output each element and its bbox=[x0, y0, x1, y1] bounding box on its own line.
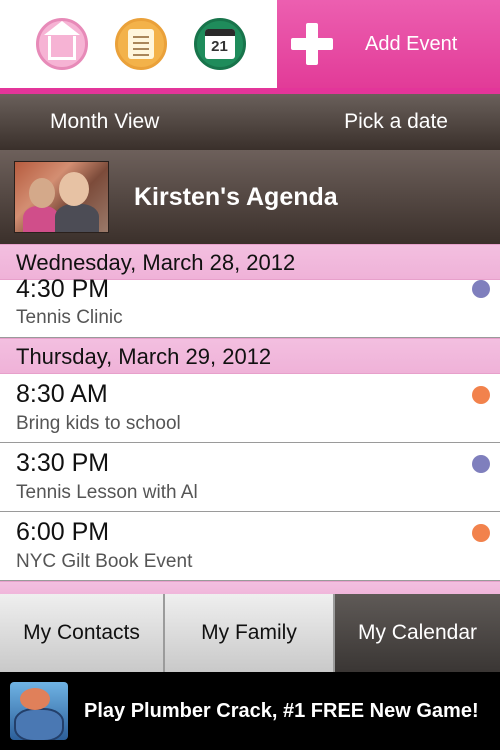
avatar[interactable] bbox=[14, 161, 109, 233]
event-time: 6:00 PM bbox=[16, 518, 110, 546]
list-item[interactable]: 6:00 PM NYC Gilt Book Event bbox=[0, 512, 500, 581]
day-header: Thursday, March 29, 2012 bbox=[0, 338, 500, 374]
add-event-button[interactable]: Add Event bbox=[277, 0, 500, 88]
event-time: 3:30 PM bbox=[16, 449, 110, 477]
notes-icon[interactable] bbox=[114, 18, 167, 70]
event-title: Tennis Clinic bbox=[16, 307, 123, 328]
view-bar: Month View Pick a date bbox=[0, 94, 500, 150]
event-time: 4:30 PM bbox=[16, 275, 110, 303]
bottom-tab-bar: My Contacts My Family My Calendar bbox=[0, 594, 500, 672]
add-event-label: Add Event bbox=[365, 32, 458, 55]
event-color-dot bbox=[472, 524, 490, 542]
list-item[interactable]: 4:30 PM Tennis Clinic bbox=[0, 274, 500, 338]
calendar-icon[interactable]: 21 bbox=[193, 18, 246, 70]
agenda-list[interactable]: Wednesday, March 28, 2012 4:30 PM Tennis… bbox=[0, 244, 500, 594]
plus-icon bbox=[291, 23, 333, 65]
top-toolbar: 21 Add Event bbox=[0, 0, 500, 88]
toolbar-icons: 21 bbox=[0, 0, 277, 88]
ad-banner[interactable]: Play Plumber Crack, #1 FREE New Game! bbox=[0, 672, 500, 750]
tab-my-calendar[interactable]: My Calendar bbox=[335, 594, 500, 672]
event-time: 8:30 AM bbox=[16, 380, 108, 408]
tab-my-contacts[interactable]: My Contacts bbox=[0, 594, 165, 672]
event-title: Bring kids to school bbox=[16, 413, 181, 434]
event-color-dot bbox=[472, 280, 490, 298]
tab-my-family[interactable]: My Family bbox=[165, 594, 335, 672]
list-item[interactable]: 8:30 AM Bring kids to school bbox=[0, 374, 500, 443]
ad-text: Play Plumber Crack, #1 FREE New Game! bbox=[84, 699, 479, 722]
calendar-icon-day: 21 bbox=[204, 29, 235, 59]
event-color-dot bbox=[472, 455, 490, 473]
agenda-header: Kirsten's Agenda bbox=[0, 150, 500, 244]
day-header-partial bbox=[0, 581, 500, 594]
event-color-dot bbox=[472, 386, 490, 404]
agenda-title: Kirsten's Agenda bbox=[134, 182, 338, 211]
event-title: NYC Gilt Book Event bbox=[16, 551, 193, 572]
ad-thumbnail bbox=[10, 682, 68, 740]
list-item[interactable]: 3:30 PM Tennis Lesson with Al bbox=[0, 443, 500, 512]
month-view-button[interactable]: Month View bbox=[50, 110, 159, 134]
event-title: Tennis Lesson with Al bbox=[16, 482, 198, 503]
pick-date-button[interactable]: Pick a date bbox=[344, 110, 448, 134]
home-icon[interactable] bbox=[35, 18, 88, 70]
